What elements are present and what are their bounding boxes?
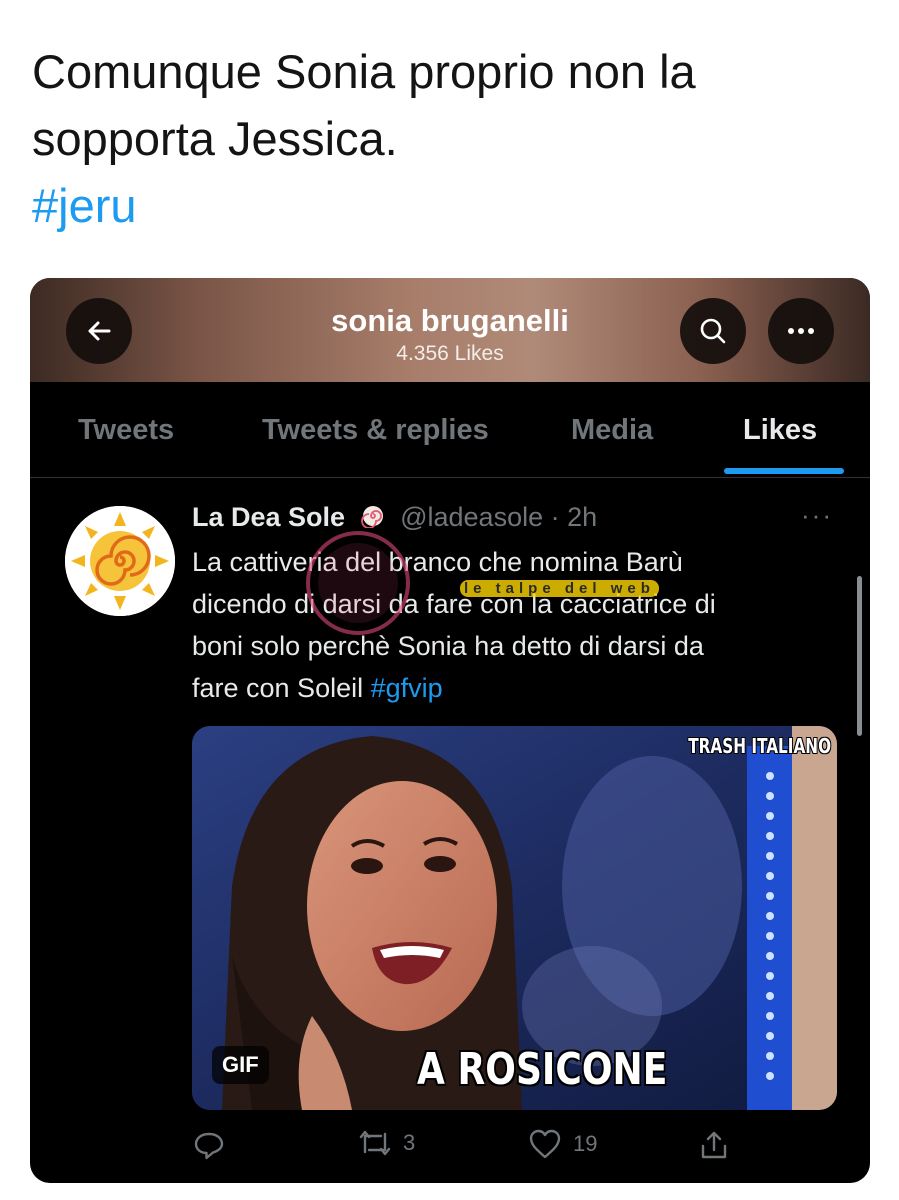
post-text-line-2: sopporta Jessica. xyxy=(32,112,398,165)
gif-badge: GIF xyxy=(212,1046,269,1084)
tweet-text-line-last: fare con Soleil #gfvip xyxy=(192,667,832,709)
tab-media[interactable]: Media xyxy=(571,414,653,447)
search-icon xyxy=(700,318,726,344)
search-button[interactable] xyxy=(680,298,746,364)
author-avatar[interactable] xyxy=(65,506,175,616)
tab-tweets-replies[interactable]: Tweets & replies xyxy=(262,414,489,447)
share-button[interactable] xyxy=(697,1128,741,1162)
gif-bottom-caption: A ROSICONE xyxy=(417,1044,668,1095)
reply-button[interactable] xyxy=(192,1128,236,1162)
tweet-text-line: La cattiveria del branco che nomina Barù xyxy=(192,547,683,577)
heart-icon xyxy=(529,1129,561,1159)
post-text-line-1: Comunque Sonia proprio non la xyxy=(32,45,696,98)
active-tab-indicator xyxy=(724,468,844,474)
watermark-text: le talpe del web xyxy=(460,580,659,597)
like-button[interactable]: 19 xyxy=(527,1128,597,1160)
tweet-more-icon[interactable]: ··· xyxy=(801,500,833,531)
profile-tabs: Tweets Tweets & replies Media Likes xyxy=(30,382,870,478)
tweet-header: La Dea Sole @ladeasole · 2h xyxy=(192,502,597,535)
tweet-author-name[interactable]: La Dea Sole xyxy=(192,502,345,532)
sun-avatar-icon xyxy=(65,506,175,616)
tweet-handle-time: @ladeasole · 2h xyxy=(400,502,598,532)
retweet-icon xyxy=(359,1130,391,1156)
profile-likes-count: 4.356 Likes xyxy=(396,342,504,365)
post-text: Comunque Sonia proprio non la sopporta J… xyxy=(32,38,872,239)
reply-icon xyxy=(194,1132,224,1160)
spiral-badge-icon xyxy=(360,504,385,535)
gif-top-caption: TRASH ITALIANO xyxy=(688,734,831,758)
scrollbar[interactable] xyxy=(857,576,862,736)
like-count: 19 xyxy=(573,1131,598,1156)
tweet-text-line: fare con Soleil xyxy=(192,673,371,703)
tweet-gif-media[interactable]: GIF TRASH ITALIANO A ROSICONE xyxy=(192,726,837,1110)
tweet-hashtag-link[interactable]: #gfvip xyxy=(371,673,443,703)
tweet-text: La cattiveria del branco che nomina Barù… xyxy=(192,541,832,709)
post-hashtag-link[interactable]: #jeru xyxy=(32,172,872,239)
tweet-text-line: boni solo perchè Sonia ha detto di darsi… xyxy=(192,631,704,661)
tab-tweets[interactable]: Tweets xyxy=(78,414,174,447)
more-icon xyxy=(788,328,814,334)
tweet-actions: 3 19 xyxy=(192,1128,832,1168)
retweet-count: 3 xyxy=(403,1130,416,1155)
share-icon xyxy=(701,1131,727,1159)
tab-likes[interactable]: Likes xyxy=(743,414,817,447)
retweet-button[interactable]: 3 xyxy=(357,1128,415,1158)
embedded-screenshot[interactable]: sonia bruganelli 4.356 Likes Tweets Twee… xyxy=(30,278,870,1183)
profile-header: sonia bruganelli 4.356 Likes xyxy=(30,278,870,382)
more-button[interactable] xyxy=(768,298,834,364)
